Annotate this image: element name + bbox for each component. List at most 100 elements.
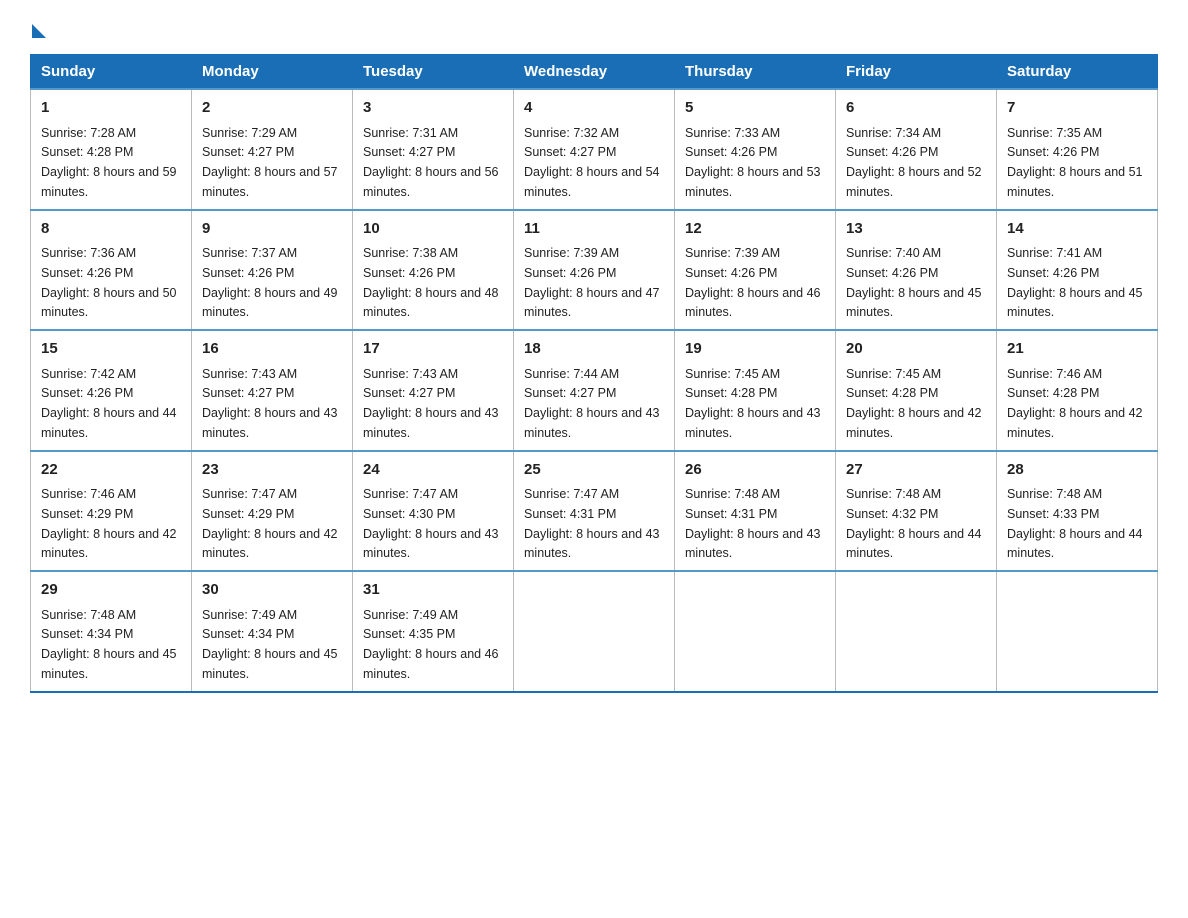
day-sunset: Sunset: 4:30 PM bbox=[363, 507, 455, 521]
day-number: 11 bbox=[524, 218, 664, 241]
day-sunrise: Sunrise: 7:33 AM bbox=[685, 126, 780, 140]
calendar-cell: 2 Sunrise: 7:29 AM Sunset: 4:27 PM Dayli… bbox=[192, 89, 353, 210]
day-daylight: Daylight: 8 hours and 43 minutes. bbox=[524, 527, 660, 561]
day-sunrise: Sunrise: 7:32 AM bbox=[524, 126, 619, 140]
day-sunset: Sunset: 4:27 PM bbox=[363, 145, 455, 159]
day-sunrise: Sunrise: 7:49 AM bbox=[202, 608, 297, 622]
day-sunrise: Sunrise: 7:36 AM bbox=[41, 246, 136, 260]
calendar-week-row: 15 Sunrise: 7:42 AM Sunset: 4:26 PM Dayl… bbox=[31, 330, 1158, 451]
day-number: 4 bbox=[524, 97, 664, 120]
day-sunset: Sunset: 4:32 PM bbox=[846, 507, 938, 521]
day-daylight: Daylight: 8 hours and 45 minutes. bbox=[41, 647, 177, 681]
calendar-cell: 11 Sunrise: 7:39 AM Sunset: 4:26 PM Dayl… bbox=[514, 210, 675, 331]
calendar-table: SundayMondayTuesdayWednesdayThursdayFrid… bbox=[30, 54, 1158, 693]
day-number: 8 bbox=[41, 218, 181, 241]
day-sunset: Sunset: 4:26 PM bbox=[1007, 145, 1099, 159]
day-sunset: Sunset: 4:27 PM bbox=[524, 386, 616, 400]
day-number: 30 bbox=[202, 579, 342, 602]
logo bbox=[30, 20, 46, 36]
day-sunset: Sunset: 4:29 PM bbox=[41, 507, 133, 521]
day-number: 17 bbox=[363, 338, 503, 361]
day-sunrise: Sunrise: 7:44 AM bbox=[524, 367, 619, 381]
day-sunset: Sunset: 4:27 PM bbox=[524, 145, 616, 159]
calendar-cell: 14 Sunrise: 7:41 AM Sunset: 4:26 PM Dayl… bbox=[997, 210, 1158, 331]
day-sunset: Sunset: 4:26 PM bbox=[846, 145, 938, 159]
calendar-cell: 30 Sunrise: 7:49 AM Sunset: 4:34 PM Dayl… bbox=[192, 571, 353, 692]
day-daylight: Daylight: 8 hours and 44 minutes. bbox=[41, 406, 177, 440]
day-number: 10 bbox=[363, 218, 503, 241]
day-sunrise: Sunrise: 7:41 AM bbox=[1007, 246, 1102, 260]
day-number: 12 bbox=[685, 218, 825, 241]
day-number: 23 bbox=[202, 459, 342, 482]
day-daylight: Daylight: 8 hours and 50 minutes. bbox=[41, 286, 177, 320]
calendar-header-wednesday: Wednesday bbox=[514, 55, 675, 90]
calendar-cell bbox=[997, 571, 1158, 692]
day-sunrise: Sunrise: 7:45 AM bbox=[685, 367, 780, 381]
calendar-cell: 13 Sunrise: 7:40 AM Sunset: 4:26 PM Dayl… bbox=[836, 210, 997, 331]
calendar-cell: 7 Sunrise: 7:35 AM Sunset: 4:26 PM Dayli… bbox=[997, 89, 1158, 210]
day-daylight: Daylight: 8 hours and 44 minutes. bbox=[846, 527, 982, 561]
day-number: 21 bbox=[1007, 338, 1147, 361]
day-sunrise: Sunrise: 7:43 AM bbox=[202, 367, 297, 381]
calendar-header-tuesday: Tuesday bbox=[353, 55, 514, 90]
day-daylight: Daylight: 8 hours and 43 minutes. bbox=[524, 406, 660, 440]
day-sunset: Sunset: 4:26 PM bbox=[41, 386, 133, 400]
day-sunset: Sunset: 4:31 PM bbox=[524, 507, 616, 521]
calendar-cell: 19 Sunrise: 7:45 AM Sunset: 4:28 PM Dayl… bbox=[675, 330, 836, 451]
calendar-header-thursday: Thursday bbox=[675, 55, 836, 90]
calendar-cell: 20 Sunrise: 7:45 AM Sunset: 4:28 PM Dayl… bbox=[836, 330, 997, 451]
logo-arrow-icon bbox=[32, 24, 46, 38]
day-daylight: Daylight: 8 hours and 43 minutes. bbox=[685, 406, 821, 440]
day-daylight: Daylight: 8 hours and 54 minutes. bbox=[524, 165, 660, 199]
day-sunrise: Sunrise: 7:38 AM bbox=[363, 246, 458, 260]
day-sunset: Sunset: 4:34 PM bbox=[41, 627, 133, 641]
calendar-cell: 18 Sunrise: 7:44 AM Sunset: 4:27 PM Dayl… bbox=[514, 330, 675, 451]
calendar-cell: 25 Sunrise: 7:47 AM Sunset: 4:31 PM Dayl… bbox=[514, 451, 675, 572]
day-sunset: Sunset: 4:27 PM bbox=[363, 386, 455, 400]
calendar-cell: 22 Sunrise: 7:46 AM Sunset: 4:29 PM Dayl… bbox=[31, 451, 192, 572]
day-number: 1 bbox=[41, 97, 181, 120]
calendar-week-row: 29 Sunrise: 7:48 AM Sunset: 4:34 PM Dayl… bbox=[31, 571, 1158, 692]
day-number: 16 bbox=[202, 338, 342, 361]
calendar-cell: 8 Sunrise: 7:36 AM Sunset: 4:26 PM Dayli… bbox=[31, 210, 192, 331]
calendar-cell: 15 Sunrise: 7:42 AM Sunset: 4:26 PM Dayl… bbox=[31, 330, 192, 451]
calendar-cell: 3 Sunrise: 7:31 AM Sunset: 4:27 PM Dayli… bbox=[353, 89, 514, 210]
day-daylight: Daylight: 8 hours and 43 minutes. bbox=[363, 406, 499, 440]
calendar-cell: 23 Sunrise: 7:47 AM Sunset: 4:29 PM Dayl… bbox=[192, 451, 353, 572]
day-daylight: Daylight: 8 hours and 59 minutes. bbox=[41, 165, 177, 199]
day-number: 9 bbox=[202, 218, 342, 241]
calendar-header-saturday: Saturday bbox=[997, 55, 1158, 90]
calendar-cell: 28 Sunrise: 7:48 AM Sunset: 4:33 PM Dayl… bbox=[997, 451, 1158, 572]
day-sunset: Sunset: 4:26 PM bbox=[41, 266, 133, 280]
calendar-cell: 29 Sunrise: 7:48 AM Sunset: 4:34 PM Dayl… bbox=[31, 571, 192, 692]
day-number: 18 bbox=[524, 338, 664, 361]
day-sunrise: Sunrise: 7:47 AM bbox=[363, 487, 458, 501]
day-daylight: Daylight: 8 hours and 45 minutes. bbox=[1007, 286, 1143, 320]
day-number: 26 bbox=[685, 459, 825, 482]
day-daylight: Daylight: 8 hours and 56 minutes. bbox=[363, 165, 499, 199]
day-daylight: Daylight: 8 hours and 43 minutes. bbox=[363, 527, 499, 561]
day-sunset: Sunset: 4:35 PM bbox=[363, 627, 455, 641]
day-daylight: Daylight: 8 hours and 42 minutes. bbox=[202, 527, 338, 561]
day-sunset: Sunset: 4:26 PM bbox=[202, 266, 294, 280]
calendar-cell bbox=[675, 571, 836, 692]
day-number: 6 bbox=[846, 97, 986, 120]
day-sunrise: Sunrise: 7:48 AM bbox=[685, 487, 780, 501]
day-sunset: Sunset: 4:26 PM bbox=[363, 266, 455, 280]
day-sunrise: Sunrise: 7:39 AM bbox=[685, 246, 780, 260]
calendar-header-sunday: Sunday bbox=[31, 55, 192, 90]
day-sunrise: Sunrise: 7:34 AM bbox=[846, 126, 941, 140]
day-sunrise: Sunrise: 7:29 AM bbox=[202, 126, 297, 140]
day-number: 7 bbox=[1007, 97, 1147, 120]
day-daylight: Daylight: 8 hours and 45 minutes. bbox=[202, 647, 338, 681]
day-sunrise: Sunrise: 7:40 AM bbox=[846, 246, 941, 260]
calendar-cell: 4 Sunrise: 7:32 AM Sunset: 4:27 PM Dayli… bbox=[514, 89, 675, 210]
calendar-cell: 31 Sunrise: 7:49 AM Sunset: 4:35 PM Dayl… bbox=[353, 571, 514, 692]
day-daylight: Daylight: 8 hours and 49 minutes. bbox=[202, 286, 338, 320]
day-number: 15 bbox=[41, 338, 181, 361]
day-number: 31 bbox=[363, 579, 503, 602]
calendar-header-monday: Monday bbox=[192, 55, 353, 90]
day-sunset: Sunset: 4:34 PM bbox=[202, 627, 294, 641]
calendar-cell: 9 Sunrise: 7:37 AM Sunset: 4:26 PM Dayli… bbox=[192, 210, 353, 331]
day-number: 2 bbox=[202, 97, 342, 120]
